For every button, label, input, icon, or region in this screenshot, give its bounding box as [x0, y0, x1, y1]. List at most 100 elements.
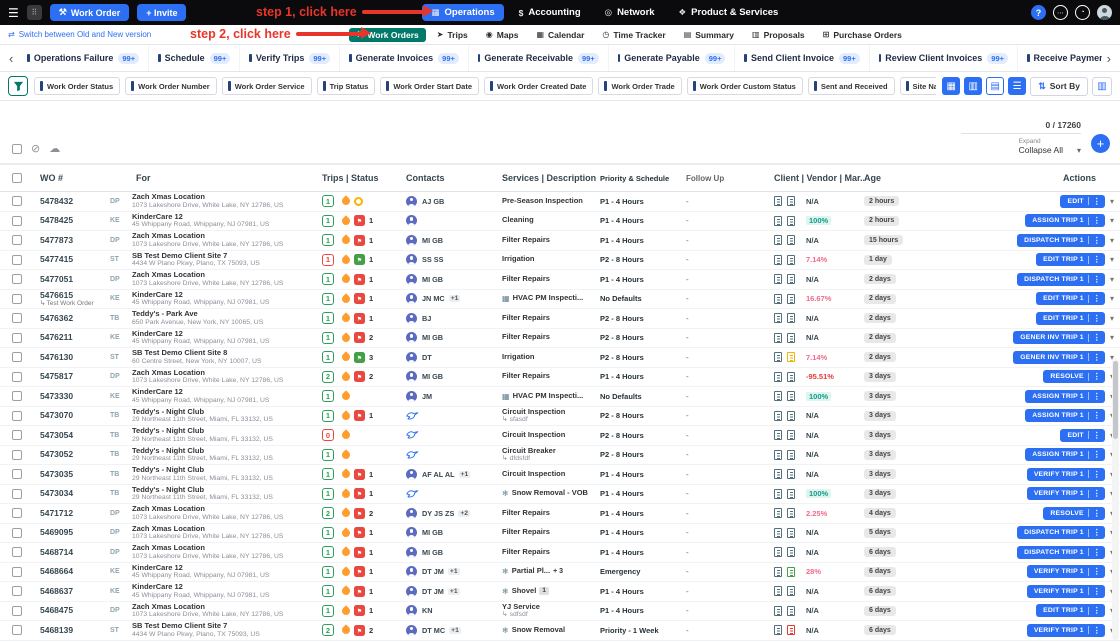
row-checkbox[interactable]	[12, 196, 22, 206]
row-checkbox[interactable]	[12, 625, 22, 635]
row-checkbox[interactable]	[12, 489, 22, 499]
row-checkbox[interactable]	[12, 235, 22, 245]
notifications-icon[interactable]: ◔	[1075, 5, 1090, 20]
vendor-doc-icon[interactable]	[787, 547, 795, 557]
table-row[interactable]: 5477415 ST SB Test Demo Client Site 7 44…	[0, 251, 1120, 271]
action-button[interactable]: ASSIGN TRIP 1	[1025, 214, 1105, 227]
client-doc-icon[interactable]	[774, 216, 782, 226]
action-button[interactable]: RESOLVE	[1043, 507, 1105, 520]
row-expand-chevron-icon[interactable]	[1110, 332, 1114, 343]
table-row[interactable]: 5469095 DP Zach Xmas Location 1073 Lakes…	[0, 524, 1120, 544]
action-button[interactable]: VERIFY TRIP 1	[1027, 565, 1105, 578]
row-checkbox[interactable]	[12, 255, 22, 265]
client-doc-icon[interactable]	[774, 489, 782, 499]
wo-number[interactable]: 5473054	[40, 431, 73, 440]
row-checkbox[interactable]	[12, 528, 22, 538]
clear-filter-icon[interactable]: ⊘	[31, 142, 40, 155]
col-header-contacts[interactable]: Contacts	[406, 173, 502, 183]
action-button[interactable]: EDIT	[1060, 429, 1105, 442]
top-nav-accounting[interactable]: $ Accounting	[510, 4, 590, 21]
table-row[interactable]: 5468637 KE KinderCare 12 45 Whippany Roa…	[0, 582, 1120, 602]
kebab-menu-icon[interactable]	[1093, 275, 1101, 284]
client-doc-icon[interactable]	[774, 430, 782, 440]
top-nav-product-services[interactable]: ❖ Product & Services	[670, 4, 788, 21]
vendor-doc-icon[interactable]	[787, 528, 795, 538]
table-row[interactable]: 5468139 ST SB Test Demo Client Site 7 44…	[0, 621, 1120, 641]
wo-number[interactable]: 5476211	[40, 333, 73, 342]
col-header-services[interactable]: Services | Description	[502, 173, 600, 183]
card-view-icon[interactable]: ▦	[942, 77, 960, 95]
wo-number[interactable]: 5475817	[40, 372, 73, 381]
kebab-menu-icon[interactable]	[1093, 236, 1101, 245]
client-doc-icon[interactable]	[774, 333, 782, 343]
wo-number[interactable]: 5468139	[40, 626, 73, 635]
action-button[interactable]: DISPATCH TRIP 1	[1017, 273, 1105, 286]
tabs-scroll-left-icon[interactable]: ‹	[4, 51, 18, 66]
vendor-doc-icon[interactable]	[787, 469, 795, 479]
wo-number[interactable]: 5476615	[40, 291, 73, 300]
contact-overflow-count[interactable]: +1	[448, 568, 460, 575]
wo-number[interactable]: 5473070	[40, 411, 73, 420]
contact-overflow-count[interactable]: +1	[448, 588, 460, 595]
tab-schedule[interactable]: Schedule 99+	[149, 45, 240, 71]
vendor-doc-icon[interactable]	[787, 235, 795, 245]
expand-collapse-select[interactable]: Expand Collapse All ▾	[1019, 138, 1081, 155]
wo-number[interactable]: 5477051	[40, 275, 73, 284]
action-button[interactable]: RESOLVE	[1043, 370, 1105, 383]
scrollbar-thumb[interactable]	[1113, 361, 1118, 439]
client-doc-icon[interactable]	[774, 586, 782, 596]
board-view-icon[interactable]: ▥	[964, 77, 982, 95]
sub-nav-purchase-orders[interactable]: ⊞ Purchase Orders	[816, 28, 909, 42]
wo-number[interactable]: 5477873	[40, 236, 73, 245]
kebab-menu-icon[interactable]	[1093, 255, 1101, 264]
sub-nav-work-orders[interactable]: ⚒ Work Orders	[349, 28, 426, 42]
table-row[interactable]: 5473330 KE KinderCare 12 45 Whippany Roa…	[0, 387, 1120, 407]
col-header-age[interactable]: Age	[864, 173, 958, 183]
sub-nav-time-tracker[interactable]: ◷ Time Tracker	[595, 28, 672, 42]
vendor-doc-icon[interactable]	[787, 411, 795, 421]
sub-nav-proposals[interactable]: ▥ Proposals	[745, 28, 812, 42]
sub-nav-trips[interactable]: ➤ Trips	[430, 28, 475, 42]
wo-number[interactable]: 5476362	[40, 314, 73, 323]
sub-nav-summary[interactable]: ▤ Summary	[677, 28, 741, 42]
table-row[interactable]: 5468664 KE KinderCare 12 45 Whippany Roa…	[0, 563, 1120, 583]
vendor-doc-icon[interactable]	[787, 313, 795, 323]
wo-number[interactable]: 5476130	[40, 353, 73, 362]
row-checkbox[interactable]	[12, 333, 22, 343]
vendor-doc-icon[interactable]	[787, 489, 795, 499]
kebab-menu-icon[interactable]	[1093, 372, 1101, 381]
row-checkbox[interactable]	[12, 586, 22, 596]
client-doc-icon[interactable]	[774, 274, 782, 284]
kebab-menu-icon[interactable]	[1093, 528, 1101, 537]
action-button[interactable]: VERIFY TRIP 1	[1027, 468, 1105, 481]
vendor-doc-icon[interactable]	[787, 625, 795, 635]
filter-chip-sent-and-received[interactable]: Sent and Received	[808, 77, 895, 95]
sub-nav-maps[interactable]: ◉ Maps	[479, 28, 526, 42]
filter-chip-work-order-trade[interactable]: Work Order Trade	[598, 77, 681, 95]
col-header-wo[interactable]: WO #	[40, 173, 110, 183]
wo-number[interactable]: 5468714	[40, 548, 73, 557]
filter-chip-work-order-created-date[interactable]: Work Order Created Date	[484, 77, 593, 95]
kebab-menu-icon[interactable]	[1093, 294, 1101, 303]
filter-funnel-button[interactable]	[8, 76, 28, 96]
tab-generate-receivable[interactable]: Generate Receivable 99+	[469, 45, 609, 71]
tab-operations-failure[interactable]: Operations Failure 99+	[18, 45, 149, 71]
add-work-order-button[interactable]: +	[1091, 134, 1110, 153]
client-doc-icon[interactable]	[774, 411, 782, 421]
client-doc-icon[interactable]	[774, 450, 782, 460]
wo-number[interactable]: 5473034	[40, 489, 73, 498]
tab-generate-invoices[interactable]: Generate Invoices 99+	[340, 45, 469, 71]
action-button[interactable]: DISPATCH TRIP 1	[1017, 234, 1105, 247]
kebab-menu-icon[interactable]	[1093, 450, 1101, 459]
help-icon[interactable]: ?	[1031, 5, 1046, 20]
table-row[interactable]: 5477873 DP Zach Xmas Location 1073 Lakes…	[0, 231, 1120, 251]
vertical-scrollbar[interactable]	[1112, 359, 1119, 640]
action-button[interactable]: EDIT TRIP 1	[1036, 292, 1105, 305]
vendor-doc-icon[interactable]	[787, 352, 795, 362]
select-all-checkbox[interactable]	[12, 144, 22, 154]
wo-number[interactable]: 5473052	[40, 450, 73, 459]
vendor-doc-icon[interactable]	[787, 372, 795, 382]
wo-number[interactable]: 5473035	[40, 470, 73, 479]
col-header-follow-up[interactable]: Follow Up	[686, 174, 774, 183]
vendor-doc-icon[interactable]	[787, 196, 795, 206]
